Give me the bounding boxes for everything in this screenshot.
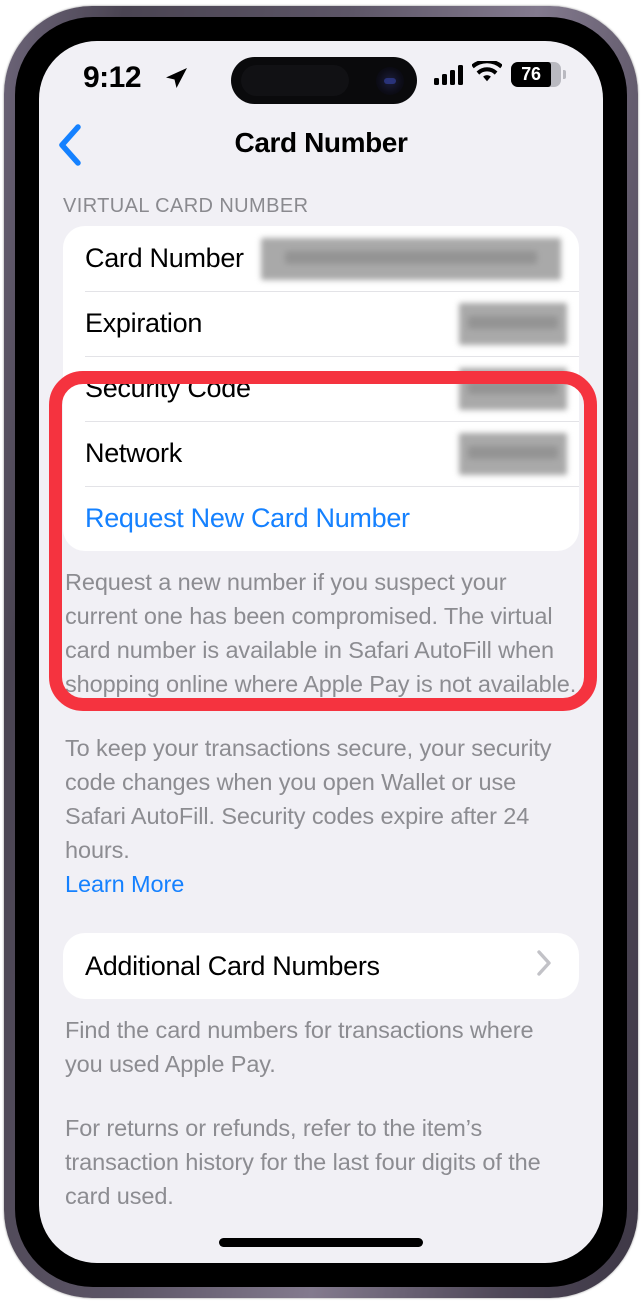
navigation-bar: Card Number	[39, 113, 603, 175]
row-network[interactable]: Network	[63, 421, 579, 486]
virtual-card-number-card: Card Number Expiration Security Code Net…	[63, 226, 579, 551]
row-label-expiration: Expiration	[85, 308, 203, 338]
row-additional-card-numbers[interactable]: Additional Card Numbers	[63, 933, 579, 999]
status-bar-indicators: 76	[434, 59, 566, 88]
redacted-value-network	[459, 432, 567, 475]
row-request-new-card-number[interactable]: Request New Card Number	[63, 486, 579, 551]
phone-frame: 9:12 76 Card Number VIRTUAL CARD NUMBER …	[4, 6, 638, 1298]
phone-bezel: 9:12 76 Card Number VIRTUAL CARD NUMBER …	[15, 17, 627, 1287]
home-indicator	[219, 1238, 423, 1247]
status-bar-time: 9:12	[83, 61, 142, 94]
row-label-security-code: Security Code	[85, 373, 251, 403]
row-card-number[interactable]: Card Number	[63, 226, 579, 291]
virtual-card-footer-paragraph-2: To keep your transactions secure, your s…	[65, 731, 577, 901]
virtual-card-footer: Request a new number if you suspect your…	[39, 551, 603, 901]
redacted-value-expiration	[459, 302, 567, 345]
status-bar: 9:12 76	[39, 41, 603, 113]
additional-card-numbers-card: Additional Card Numbers	[63, 933, 579, 999]
virtual-card-footer-paragraph-2-text: To keep your transactions secure, your s…	[65, 735, 552, 863]
row-label-additional-card-numbers: Additional Card Numbers	[85, 950, 380, 981]
dynamic-island	[231, 57, 417, 104]
section-header-virtual-card: VIRTUAL CARD NUMBER	[63, 195, 309, 217]
additional-card-numbers-footer: Find the card numbers for transactions w…	[39, 999, 603, 1213]
row-label-card-number: Card Number	[85, 243, 244, 273]
battery-icon: 76	[511, 62, 566, 87]
redacted-value-security-code	[459, 367, 567, 410]
chevron-right-icon	[535, 948, 553, 984]
additional-footer-paragraph-1: Find the card numbers for transactions w…	[65, 1017, 534, 1077]
settings-scroll-view[interactable]: VIRTUAL CARD NUMBER Card Number Expirati…	[39, 175, 603, 1263]
phone-screen: 9:12 76 Card Number VIRTUAL CARD NUMBER …	[39, 41, 603, 1263]
location-arrow-icon	[163, 65, 189, 96]
redacted-value-card-number	[261, 237, 561, 280]
battery-cap	[563, 70, 566, 79]
learn-more-link[interactable]: Learn More	[65, 871, 184, 897]
wifi-icon	[471, 59, 503, 88]
island-pill	[241, 65, 349, 96]
front-camera-icon	[376, 67, 404, 95]
row-label-network: Network	[85, 438, 182, 468]
virtual-card-footer-paragraph-1: Request a new number if you suspect your…	[65, 569, 577, 697]
additional-footer-paragraph-2: For returns or refunds, refer to the ite…	[65, 1115, 541, 1209]
page-title: Card Number	[234, 127, 408, 158]
row-expiration[interactable]: Expiration	[63, 291, 579, 356]
battery-level-text: 76	[521, 64, 541, 84]
cellular-signal-icon	[434, 64, 463, 85]
row-security-code[interactable]: Security Code	[63, 356, 579, 421]
request-new-card-number-button[interactable]: Request New Card Number	[85, 503, 410, 534]
